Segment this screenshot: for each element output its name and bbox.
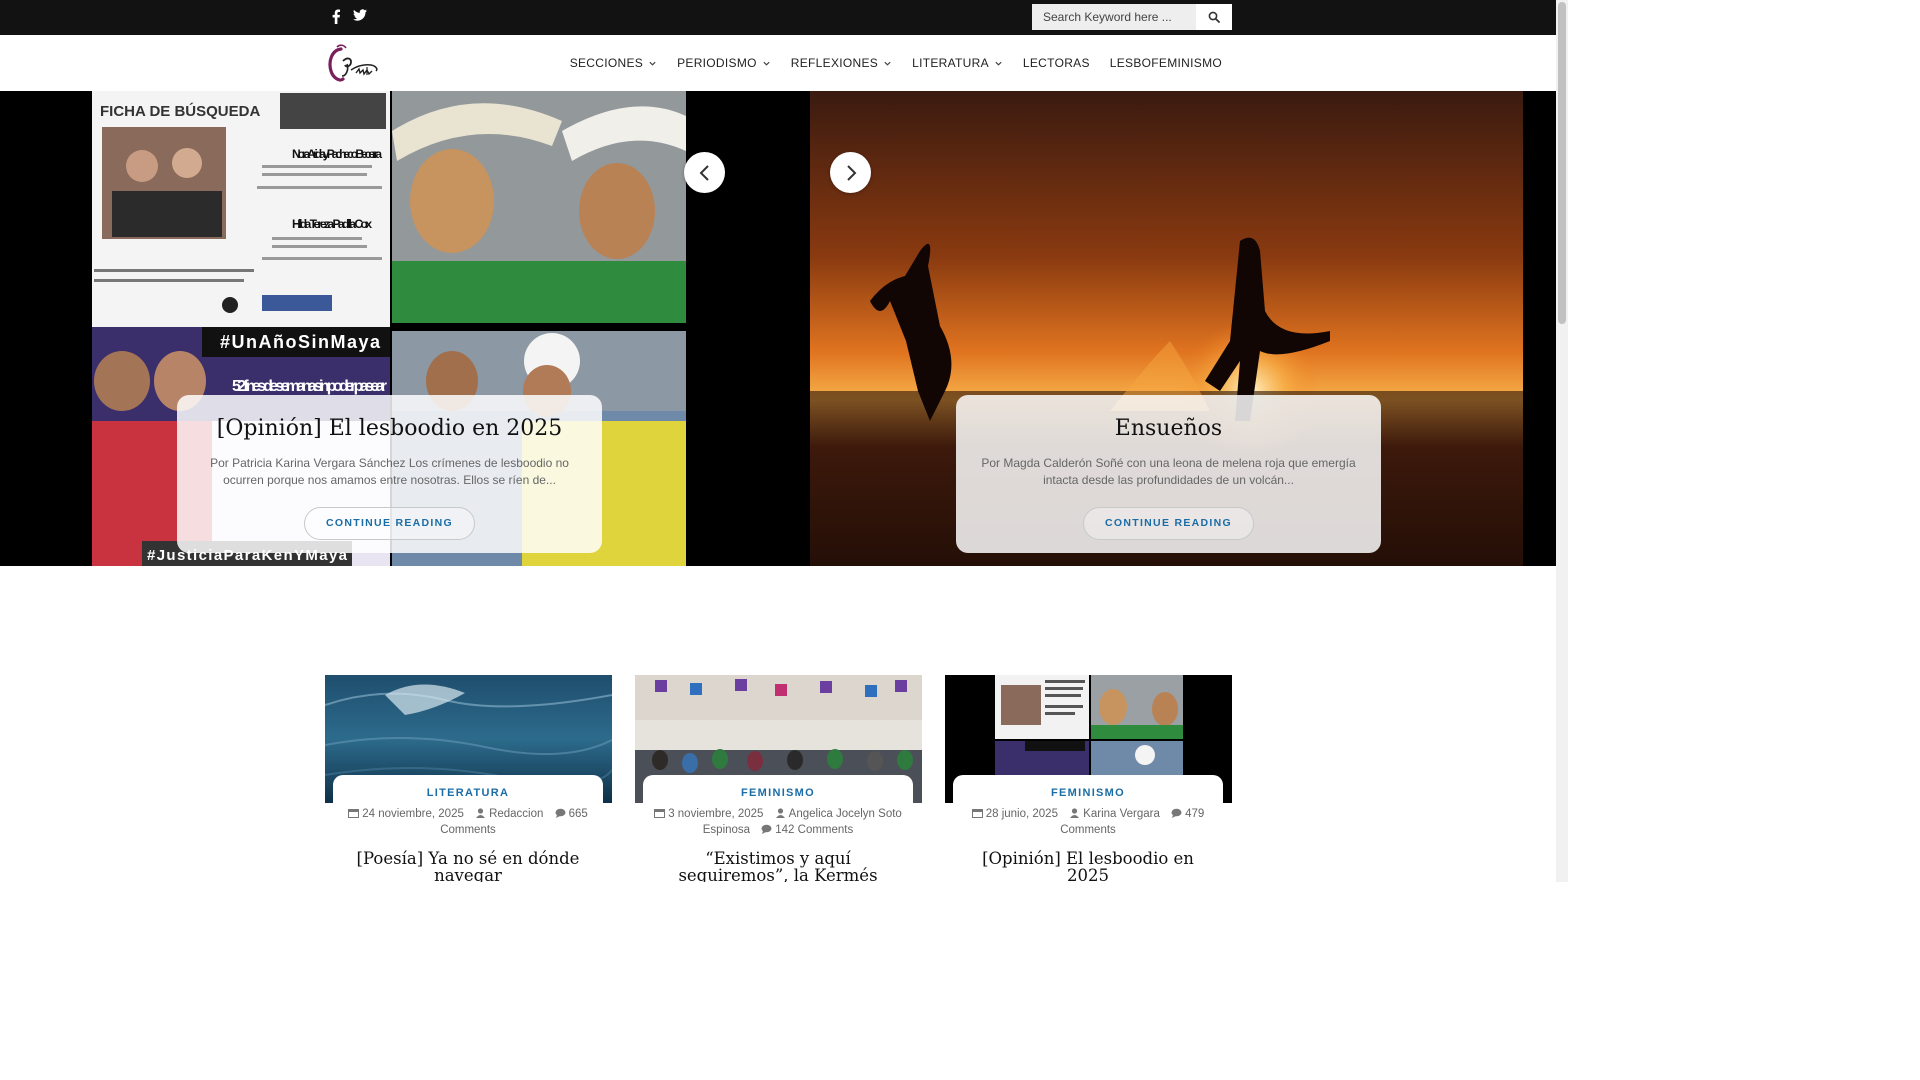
slider-next-button[interactable] bbox=[830, 152, 871, 193]
comment-icon bbox=[761, 824, 772, 834]
post-author[interactable]: Redaccion bbox=[489, 808, 543, 820]
page-scrollbar[interactable] bbox=[1556, 0, 1568, 882]
post-meta: 28 junio, 2025 Karina Vergara 479 Commen… bbox=[960, 807, 1216, 838]
post-author[interactable]: Karina Vergara bbox=[1083, 808, 1160, 820]
post-card: FEMINISMO 28 junio, 2025 Karina Vergara … bbox=[945, 675, 1232, 882]
post-title[interactable]: “Existimos y aquí seguiremos”, la Kermés… bbox=[653, 850, 903, 882]
calendar-icon bbox=[348, 809, 360, 818]
featured-slider: FICHA DE BÚSQUEDA Nora Ariday Pacheco Be… bbox=[0, 91, 1556, 566]
post-card-body: FEMINISMO 3 noviembre, 2025 Angelica Joc… bbox=[643, 775, 913, 882]
comment-icon bbox=[555, 808, 566, 818]
nav-item-periodismo[interactable]: PERIODISMO bbox=[677, 56, 771, 70]
comment-icon bbox=[1171, 808, 1182, 818]
site-header: SECCIONES PERIODISMO REFLEXIONES LITERAT… bbox=[0, 35, 1556, 91]
post-date[interactable]: 24 noviembre, 2025 bbox=[362, 808, 464, 820]
nav-item-secciones[interactable]: SECCIONES bbox=[570, 56, 657, 70]
nav-item-label: PERIODISMO bbox=[677, 56, 757, 70]
chevron-down-icon bbox=[763, 61, 770, 66]
ficha-text: FICHA DE BÚSQUEDA bbox=[100, 102, 260, 120]
twitter-icon[interactable] bbox=[353, 9, 367, 28]
main-nav: SECCIONES PERIODISMO REFLEXIONES LITERAT… bbox=[570, 35, 1222, 91]
post-category[interactable]: FEMINISMO bbox=[953, 787, 1223, 799]
user-icon bbox=[476, 808, 486, 818]
post-category[interactable]: LITERATURA bbox=[333, 787, 603, 799]
nav-item-literatura[interactable]: LITERATURA bbox=[912, 56, 1003, 70]
nav-item-lectoras[interactable]: LECTORAS bbox=[1023, 56, 1090, 70]
user-icon bbox=[775, 808, 785, 818]
chevron-down-icon bbox=[884, 61, 891, 66]
post-meta: 24 noviembre, 2025 Redaccion 665 Comment… bbox=[340, 807, 596, 838]
slide-caption: Ensueños Por Magda Calderón Soñé con una… bbox=[956, 395, 1381, 553]
slide-title[interactable]: [Opinión] El lesboodio en 2025 bbox=[177, 416, 602, 441]
hashtag-text: #UnAñoSinMaya bbox=[220, 332, 381, 352]
chevron-left-icon bbox=[699, 164, 709, 181]
social-links bbox=[329, 9, 367, 28]
continue-reading-button[interactable]: CONTINUE READING bbox=[304, 507, 475, 540]
post-category[interactable]: FEMINISMO bbox=[643, 787, 913, 799]
chevron-right-icon bbox=[846, 164, 856, 181]
slide-caption: [Opinión] El lesboodio en 2025 Por Patri… bbox=[177, 395, 602, 553]
post-meta: 3 noviembre, 2025 Angelica Jocelyn Soto … bbox=[650, 807, 906, 838]
slide-excerpt: Por Magda Calderón Soñé con una leona de… bbox=[981, 456, 1356, 487]
post-card-body: FEMINISMO 28 junio, 2025 Karina Vergara … bbox=[953, 775, 1223, 882]
post-comments[interactable]: 142 Comments bbox=[775, 824, 853, 836]
post-card: LITERATURA 24 noviembre, 2025 Redaccion … bbox=[325, 675, 612, 882]
nav-item-label: REFLEXIONES bbox=[790, 56, 879, 70]
calendar-icon bbox=[971, 809, 983, 818]
post-title[interactable]: [Opinión] El lesboodio en 2025 bbox=[963, 850, 1213, 882]
continue-reading-button[interactable]: CONTINUE READING bbox=[1083, 507, 1254, 540]
search-box bbox=[1032, 4, 1232, 30]
nav-item-lesbofeminismo[interactable]: LESBOFEMINISMO bbox=[1110, 56, 1222, 70]
chevron-down-icon bbox=[995, 61, 1002, 66]
slide-excerpt: Por Patricia Karina Vergara Sánchez Los … bbox=[210, 456, 569, 487]
site-logo[interactable] bbox=[327, 43, 383, 85]
scrollbar-thumb[interactable] bbox=[1558, 2, 1566, 324]
user-icon bbox=[1070, 808, 1080, 818]
nav-item-reflexiones[interactable]: REFLEXIONES bbox=[791, 56, 892, 70]
post-date[interactable]: 28 junio, 2025 bbox=[986, 808, 1058, 820]
slider-prev-button[interactable] bbox=[684, 152, 725, 193]
post-card-body: LITERATURA 24 noviembre, 2025 Redaccion … bbox=[333, 775, 603, 882]
facebook-icon[interactable] bbox=[329, 9, 343, 28]
post-title[interactable]: [Poesía] Ya no sé en dónde navegar bbox=[343, 850, 593, 882]
nav-item-label: LECTORAS bbox=[1022, 56, 1090, 70]
slide-title[interactable]: Ensueños bbox=[956, 416, 1381, 441]
post-date[interactable]: 3 noviembre, 2025 bbox=[668, 808, 763, 820]
top-bar bbox=[0, 0, 1556, 35]
nav-item-label: LITERATURA bbox=[912, 56, 989, 70]
slide-tag2-text: 52 fines de semana sin poder pasear bbox=[232, 378, 387, 395]
search-icon bbox=[1208, 11, 1220, 23]
nav-item-label: SECCIONES bbox=[569, 56, 644, 70]
chevron-down-icon bbox=[649, 61, 656, 66]
person1-text: Nora Ariday Pacheco Becerra bbox=[292, 147, 382, 161]
search-input[interactable] bbox=[1032, 4, 1196, 30]
search-button[interactable] bbox=[1196, 4, 1232, 30]
person2-text: Hilda Tereza Padilla Cox bbox=[292, 217, 372, 231]
nav-item-label: LESBOFEMINISMO bbox=[1109, 56, 1222, 70]
calendar-icon bbox=[654, 809, 666, 818]
post-card: FEMINISMO 3 noviembre, 2025 Angelica Joc… bbox=[635, 675, 922, 882]
